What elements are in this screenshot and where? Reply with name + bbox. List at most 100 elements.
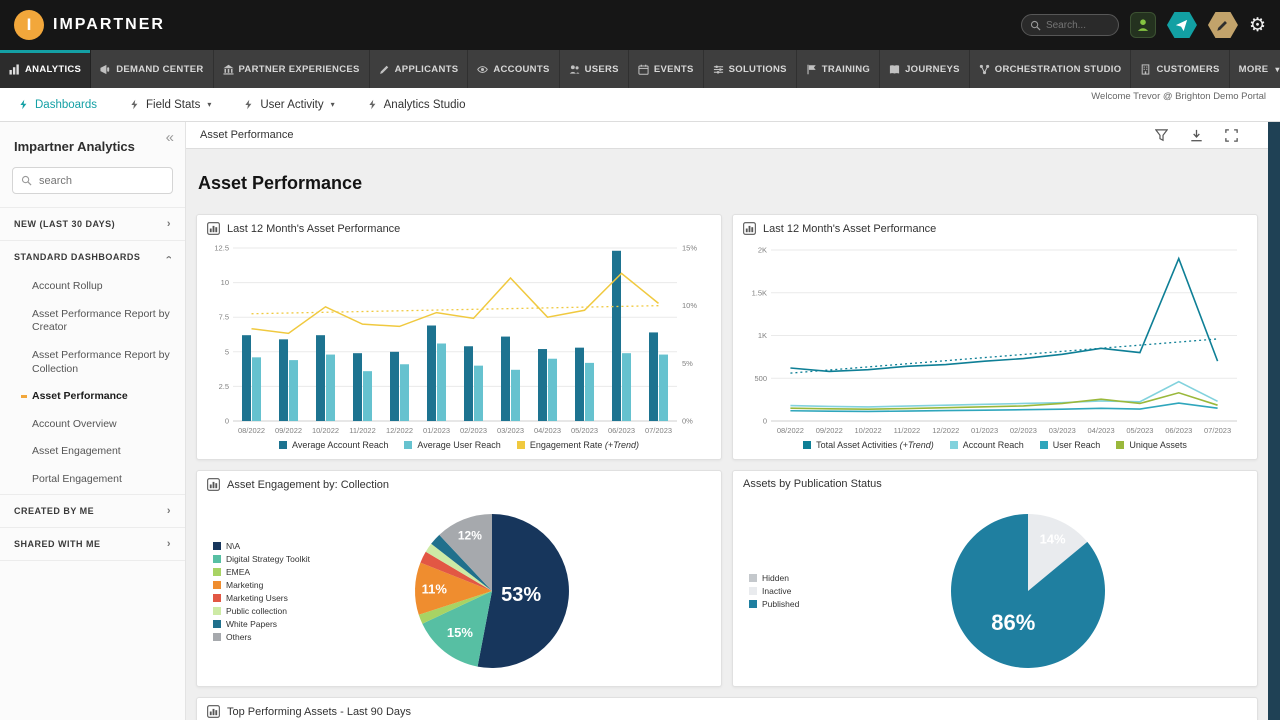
svg-text:09/2022: 09/2022	[275, 426, 302, 435]
sidebar-section-created-by-me[interactable]: CREATED BY ME ›	[0, 493, 185, 527]
legend-swatch	[516, 441, 525, 449]
download-button[interactable]	[1190, 129, 1203, 142]
tab-analytics[interactable]: ANALYTICS	[0, 50, 92, 88]
svg-text:01/2023: 01/2023	[971, 426, 998, 435]
tab-label: APPLICANTS	[394, 63, 459, 75]
welcome-text: Welcome Trevor @ Brighton Demo Portal	[1091, 91, 1266, 102]
svg-text:05/2023: 05/2023	[1126, 426, 1153, 435]
subnav-item-field-stats[interactable]: Field Stats ▾	[129, 99, 211, 111]
svg-text:0%: 0%	[682, 417, 693, 426]
sidebar-item-asset-performance-report-by-collection[interactable]: Asset Performance Report by Collection	[0, 342, 185, 383]
pie-chart: 53% 15% 11% 12%	[407, 506, 577, 676]
tab-demand-center[interactable]: DEMAND CENTER	[91, 50, 214, 88]
sidebar-item-portal-engagement[interactable]: Portal Engagement	[0, 466, 185, 494]
bolt-icon	[129, 99, 140, 110]
collapse-sidebar-icon[interactable]: «	[166, 129, 174, 146]
sidebar-search[interactable]	[12, 167, 173, 194]
legend-item-total-asset-activities-trend: Total Asset Activities (+Trend)	[803, 440, 934, 450]
chart-legend: Hidden Inactive Published	[733, 573, 888, 609]
tab-accounts[interactable]: ACCOUNTS	[468, 50, 560, 88]
legend-item-public-collection: Public collection	[213, 606, 352, 616]
bolt-icon	[18, 99, 29, 110]
settings-button[interactable]: ⚙	[1249, 16, 1266, 35]
legend-item-marketing: Marketing	[213, 580, 352, 590]
sidebar-item-asset-performance-report-by-creator[interactable]: Asset Performance Report by Creator	[0, 301, 185, 342]
main-content: Asset Performance Asset Performance Last…	[186, 122, 1280, 720]
announcements-button[interactable]	[1166, 12, 1197, 38]
fullscreen-button[interactable]	[1225, 128, 1238, 142]
svg-text:2K: 2K	[758, 246, 767, 255]
tab-applicants[interactable]: APPLICANTS	[370, 50, 469, 88]
sidebar-section-shared-with-me[interactable]: SHARED WITH ME ›	[0, 526, 185, 561]
tab-customers[interactable]: CUSTOMERS	[1131, 50, 1230, 88]
legend-label: White Papers	[226, 618, 278, 629]
legend-label: Average User Reach	[417, 440, 501, 450]
subnav-item-user-activity[interactable]: User Activity ▾	[243, 99, 335, 111]
legend-swatch	[404, 441, 413, 449]
scrollbar[interactable]	[1268, 122, 1280, 720]
svg-text:11%: 11%	[422, 582, 448, 597]
search-icon	[21, 175, 32, 186]
svg-text:10%: 10%	[682, 301, 697, 310]
tab-orchestration-studio[interactable]: ORCHESTRATION STUDIO	[970, 50, 1132, 88]
global-search[interactable]	[1020, 14, 1119, 36]
pie-chart-row: Hidden Inactive Published 14% 86%	[733, 495, 1257, 686]
global-search-input[interactable]	[1045, 19, 1104, 31]
gear-icon: ⚙	[1248, 14, 1266, 36]
legend-label: Average Account Reach	[292, 440, 389, 450]
filter-button[interactable]	[1155, 128, 1168, 142]
card-asset-engagement-collection: Asset Engagement by: Collection N\A Digit…	[196, 470, 722, 687]
subnav-item-analytics-studio[interactable]: Analytics Studio	[367, 99, 465, 111]
card-assets-publication-status: Assets by Publication Status Hidden Inact…	[732, 470, 1258, 687]
tab-partner-experiences[interactable]: PARTNER EXPERIENCES	[214, 50, 370, 88]
pie-chart: 14% 86%	[943, 506, 1113, 676]
tab-users[interactable]: USERS	[560, 50, 629, 88]
solutions-icon	[713, 64, 724, 75]
tab-solutions[interactable]: SOLUTIONS	[704, 50, 797, 88]
layout: « Impartner Analytics NEW (LAST 30 DAYS)…	[0, 122, 1280, 720]
brand-name: IMPARTNER	[53, 16, 165, 33]
legend-label: User Reach	[1052, 440, 1101, 450]
legend-swatch	[213, 593, 221, 602]
sidebar-item-account-rollup[interactable]: Account Rollup	[0, 273, 185, 301]
tab-more[interactable]: MORE ▾	[1230, 50, 1280, 88]
section-label: STANDARD DASHBOARDS	[14, 252, 141, 262]
tab-label: CUSTOMERS	[1156, 63, 1220, 75]
svg-text:05/2023: 05/2023	[571, 426, 598, 435]
sidebar-search-input[interactable]	[39, 174, 147, 187]
svg-text:12%: 12%	[458, 528, 482, 542]
tab-training[interactable]: TRAINING	[797, 50, 881, 88]
svg-text:0: 0	[225, 417, 229, 426]
dashboard-content: Asset Performance Last 12 Month's Asset …	[186, 149, 1280, 720]
legend-item-digital-strategy-toolkit: Digital Strategy Toolkit	[213, 554, 352, 564]
sidebar-section-standard-dashboards[interactable]: STANDARD DASHBOARDS ›	[0, 240, 185, 273]
sidebar-item-asset-engagement[interactable]: Asset Engagement	[0, 438, 185, 466]
edit-button[interactable]	[1207, 12, 1238, 38]
legend-label: Digital Strategy Toolkit	[226, 553, 310, 564]
tab-events[interactable]: EVENTS	[629, 50, 704, 88]
legend-swatch	[213, 541, 221, 550]
sidebar-item-asset-performance[interactable]: Asset Performance	[0, 383, 185, 411]
tab-journeys[interactable]: JOURNEYS	[880, 50, 970, 88]
svg-text:15%: 15%	[682, 244, 697, 253]
sidebar-section-new-last-30-days[interactable]: NEW (LAST 30 DAYS) ›	[0, 207, 185, 240]
svg-text:08/2022: 08/2022	[777, 426, 804, 435]
brand[interactable]: I IMPARTNER	[14, 10, 165, 40]
legend-swatch	[1116, 441, 1125, 449]
sidebar: « Impartner Analytics NEW (LAST 30 DAYS)…	[0, 122, 186, 720]
legend-swatch	[749, 573, 757, 582]
sidebar-item-account-overview[interactable]: Account Overview	[0, 411, 185, 439]
paper-plane-icon	[1175, 19, 1188, 32]
legend-label: Account Reach	[962, 440, 1024, 450]
legend-item-inactive: Inactive	[749, 586, 888, 596]
pencil-icon	[1216, 19, 1229, 32]
tab-label: USERS	[584, 63, 619, 75]
legend-item-n-a: N\A	[213, 541, 352, 551]
report-tools	[1155, 128, 1266, 142]
user-avatar-button[interactable]	[1129, 12, 1156, 38]
svg-text:500: 500	[754, 374, 767, 383]
legend-item-engagement-rate-trend: Engagement Rate (+Trend)	[516, 440, 639, 450]
svg-text:06/2023: 06/2023	[608, 426, 635, 435]
subnav-item-dashboards[interactable]: Dashboards	[18, 99, 97, 111]
legend-label: N\A	[226, 540, 241, 551]
